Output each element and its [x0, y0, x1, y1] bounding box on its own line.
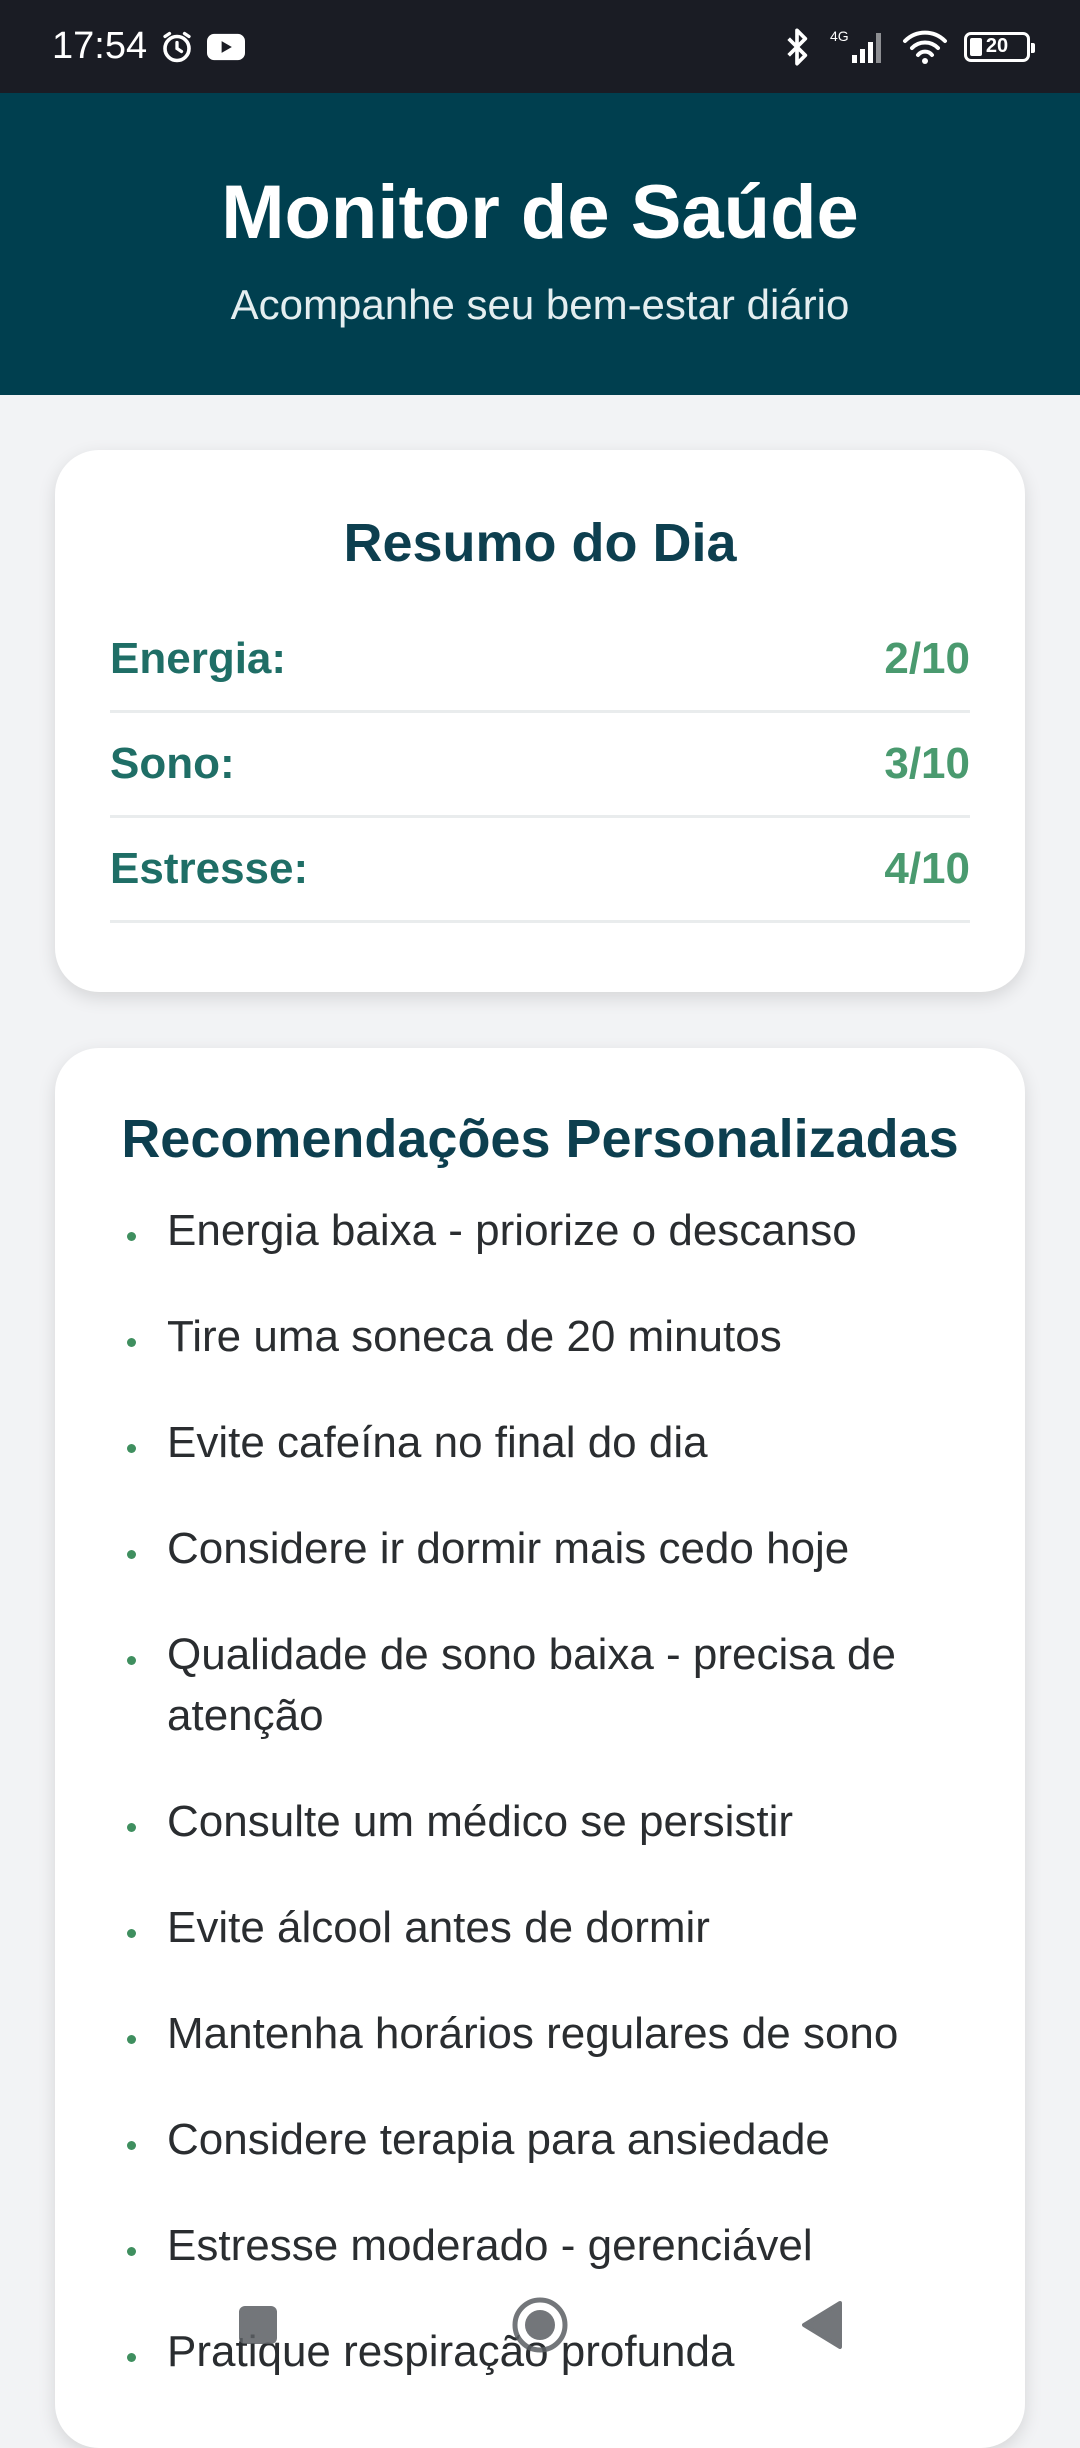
page-title: Monitor de Saúde: [0, 175, 1080, 251]
list-item-text: Evite álcool antes de dormir: [167, 1903, 710, 1952]
summary-card: Resumo do Dia Energia: 2/10 Sono: 3/10 E…: [55, 450, 1025, 992]
list-item: Tire uma soneca de 20 minutos: [110, 1306, 970, 1367]
list-item: Energia baixa - priorize o descanso: [110, 1200, 970, 1261]
list-item: Mantenha horários regulares de sono: [110, 2003, 970, 2064]
list-item: Considere terapia para ansiedade: [110, 2109, 970, 2170]
metric-value: 3/10: [884, 739, 970, 789]
wifi-icon: [902, 29, 948, 65]
bullet-icon: [127, 1823, 136, 1832]
alarm-icon: [159, 29, 195, 65]
page-subtitle: Acompanhe seu bem-estar diário: [0, 281, 1080, 329]
back-triangle-icon: [800, 2300, 844, 2350]
bullet-icon: [127, 1656, 136, 1665]
square-icon: [236, 2303, 280, 2347]
list-item: Considere ir dormir mais cedo hoje: [110, 1518, 970, 1579]
list-item: Consulte um médico se persistir: [110, 1791, 970, 1852]
back-button[interactable]: [800, 2300, 844, 2350]
status-right: 4G 20: [782, 27, 1030, 67]
bullet-icon: [127, 2141, 136, 2150]
bullet-icon: [127, 1232, 136, 1241]
bullet-icon: [127, 1338, 136, 1347]
status-time: 17:54: [52, 25, 147, 68]
recents-button[interactable]: [236, 2303, 280, 2347]
metric-row-stress: Estresse: 4/10: [110, 818, 970, 923]
bullet-icon: [127, 1929, 136, 1938]
recommendations-list: Energia baixa - priorize o descanso Tire…: [110, 1200, 970, 2382]
list-item: Evite álcool antes de dormir: [110, 1897, 970, 1958]
list-item-text: Evite cafeína no final do dia: [167, 1418, 708, 1467]
list-item-text: Considere ir dormir mais cedo hoje: [167, 1524, 849, 1573]
metric-value: 2/10: [884, 634, 970, 684]
circle-icon: [510, 2295, 570, 2355]
recommendations-card: Recomendações Personalizadas Energia bai…: [55, 1048, 1025, 2448]
home-button[interactable]: [510, 2295, 570, 2355]
youtube-icon: [207, 32, 245, 62]
list-item-text: Energia baixa - priorize o descanso: [167, 1206, 857, 1255]
summary-title: Resumo do Dia: [110, 516, 970, 570]
metric-row-energy: Energia: 2/10: [110, 608, 970, 713]
list-item-text: Tire uma soneca de 20 minutos: [167, 1312, 782, 1361]
status-bar: 17:54 4G 20: [0, 0, 1080, 93]
list-item-text: Considere terapia para ansiedade: [167, 2115, 830, 2164]
recommendations-title: Recomendações Personalizadas: [110, 1112, 970, 1166]
bullet-icon: [127, 2035, 136, 2044]
metric-label: Estresse:: [110, 844, 308, 894]
metrics-list: Energia: 2/10 Sono: 3/10 Estresse: 4/10: [110, 608, 970, 923]
system-nav-bar: [0, 2260, 1080, 2400]
status-left: 17:54: [52, 25, 245, 68]
metric-value: 4/10: [884, 844, 970, 894]
battery-icon: 20: [964, 32, 1030, 62]
list-item-text: Mantenha horários regulares de sono: [167, 2009, 898, 2058]
bluetooth-icon: [782, 27, 812, 67]
metric-label: Energia:: [110, 634, 286, 684]
list-item: Qualidade de sono baixa - precisa de ate…: [110, 1624, 970, 1746]
list-item-text: Qualidade de sono baixa - precisa de ate…: [167, 1630, 896, 1740]
list-item-text: Consulte um médico se persistir: [167, 1797, 793, 1846]
metric-label: Sono:: [110, 739, 235, 789]
bullet-icon: [127, 2247, 136, 2256]
metric-row-sleep: Sono: 3/10: [110, 713, 970, 818]
list-item: Evite cafeína no final do dia: [110, 1412, 970, 1473]
bullet-icon: [127, 1550, 136, 1559]
bullet-icon: [127, 1444, 136, 1453]
network-label: 4G: [830, 28, 849, 44]
battery-level: 20: [986, 35, 1008, 58]
app-header: Monitor de Saúde Acompanhe seu bem-estar…: [0, 93, 1080, 395]
signal-4g-icon: 4G: [828, 27, 886, 67]
